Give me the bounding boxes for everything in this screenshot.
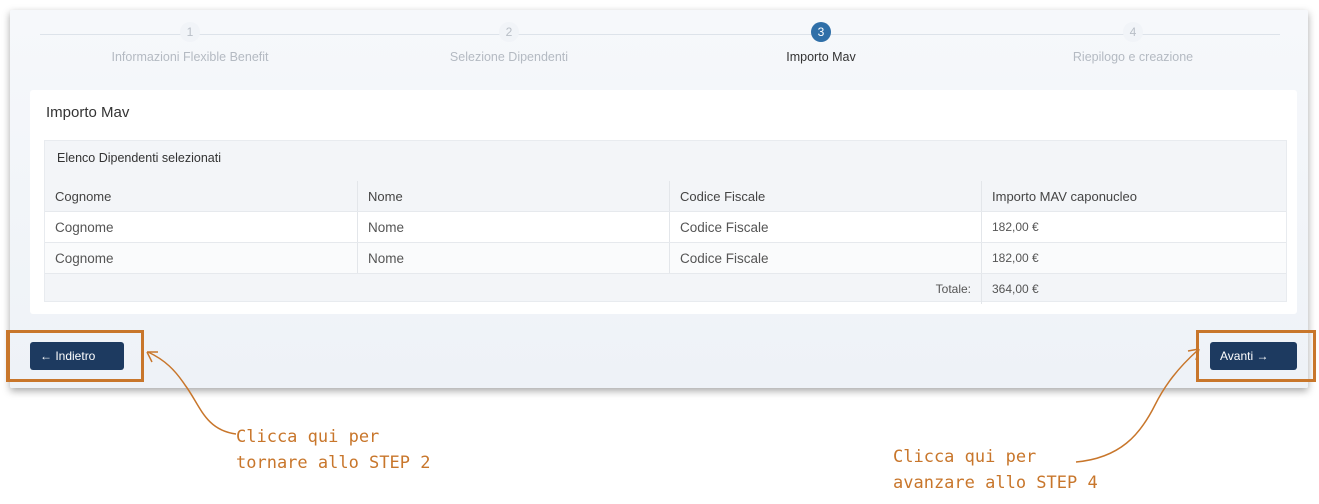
total-row: Totale: 364,00 € — [45, 273, 1286, 304]
back-button-highlight — [6, 330, 144, 382]
importo-mav-card: Importo Mav Elenco Dipendenti selezionat… — [30, 90, 1297, 314]
next-button-highlight — [1196, 330, 1316, 382]
column-header-cognome[interactable]: Cognome — [45, 181, 358, 212]
back-callout-line2: tornare allo STEP 2 — [236, 453, 431, 473]
step-2-label: Selezione Dipendenti — [449, 50, 569, 64]
next-callout: Clicca qui per avanzare allo STEP 4 — [893, 444, 1098, 496]
total-label: Totale: — [45, 273, 982, 304]
employees-table: Cognome Nome Codice Fiscale Importo MAV … — [45, 181, 1286, 304]
step-3-label: Importo Mav — [786, 50, 856, 64]
step-1-number: 1 — [180, 22, 200, 42]
cell-codice-fiscale: Codice Fiscale — [669, 211, 982, 243]
cell-cognome: Cognome — [45, 242, 358, 274]
column-header-nome[interactable]: Nome — [357, 181, 670, 212]
table-header-row: Cognome Nome Codice Fiscale Importo MAV … — [45, 181, 1286, 212]
panel-title: Elenco Dipendenti selezionati — [57, 151, 221, 165]
wizard-stepper: 1 Informazioni Flexible Benefit 2 Selezi… — [10, 10, 1308, 90]
cell-nome: Nome — [357, 211, 670, 243]
back-callout-line1: Clicca qui per — [236, 427, 380, 447]
cell-importo: 182,00 € — [981, 242, 1286, 274]
step-4-number: 4 — [1123, 22, 1143, 42]
selected-employees-panel: Elenco Dipendenti selezionati Cognome No… — [44, 140, 1287, 304]
cell-importo: 182,00 € — [981, 211, 1286, 243]
step-3-number: 3 — [811, 22, 831, 42]
column-header-codice-fiscale[interactable]: Codice Fiscale — [669, 181, 982, 212]
cell-cognome: Cognome — [45, 211, 358, 243]
total-value: 364,00 € — [992, 282, 1039, 296]
table-row: Cognome Nome Codice Fiscale 182,00 € — [45, 242, 1286, 274]
app-window: 1 Informazioni Flexible Benefit 2 Selezi… — [10, 10, 1308, 388]
back-callout: Clicca qui per tornare allo STEP 2 — [236, 424, 430, 476]
step-3[interactable]: 3 Importo Mav — [666, 22, 976, 64]
step-2-number: 2 — [499, 22, 519, 42]
step-4[interactable]: 4 Riepilogo e creazione — [978, 22, 1288, 64]
step-1-label: Informazioni Flexible Benefit — [111, 50, 269, 64]
cell-codice-fiscale: Codice Fiscale — [669, 242, 982, 274]
column-header-importo[interactable]: Importo MAV caponucleo — [981, 181, 1286, 212]
step-4-label: Riepilogo e creazione — [1072, 50, 1194, 64]
step-2[interactable]: 2 Selezione Dipendenti — [354, 22, 664, 64]
next-callout-line1: Clicca qui per — [893, 447, 1037, 467]
table-row: Cognome Nome Codice Fiscale 182,00 € — [45, 211, 1286, 243]
next-callout-line2: avanzare allo STEP 4 — [893, 473, 1098, 493]
step-1[interactable]: 1 Informazioni Flexible Benefit — [35, 22, 345, 64]
card-title: Importo Mav — [46, 104, 130, 121]
cell-nome: Nome — [357, 242, 670, 274]
